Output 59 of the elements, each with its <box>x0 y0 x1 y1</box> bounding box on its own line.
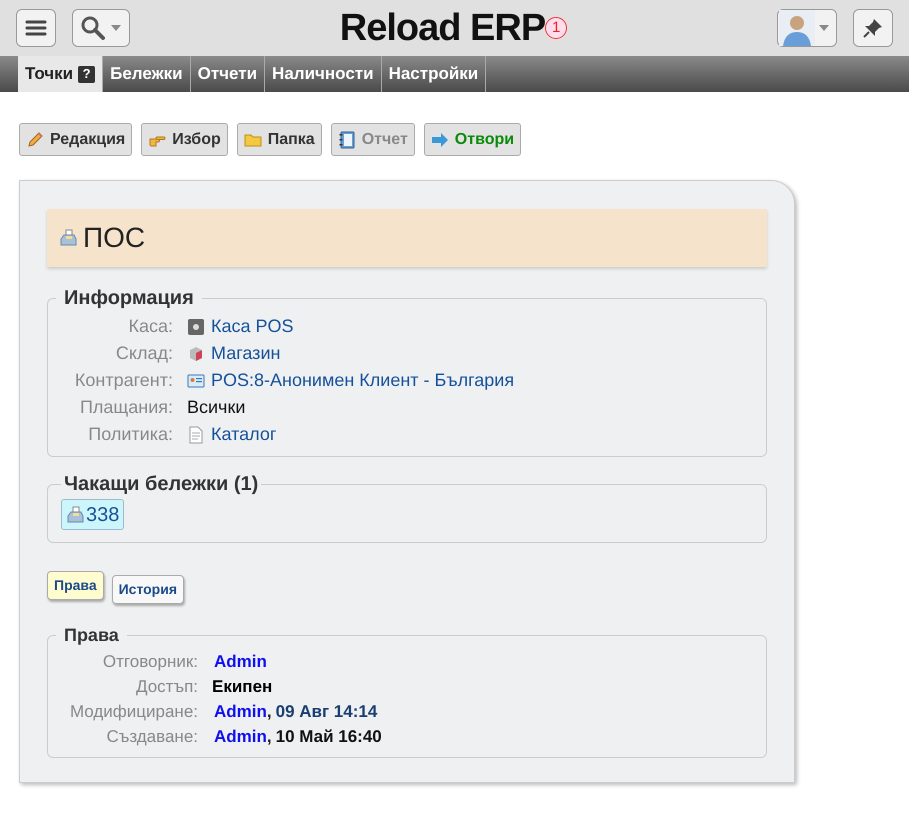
field-label: Политика: <box>87 423 173 446</box>
card-icon <box>187 372 205 390</box>
menu-button[interactable] <box>16 9 56 47</box>
date-text: 10 Май 16:40 <box>276 726 382 748</box>
field-link[interactable]: Каса POS <box>211 313 294 340</box>
avatar-icon <box>779 10 815 46</box>
field-value: Всички <box>187 396 246 419</box>
pin-icon <box>862 17 884 39</box>
user-link[interactable]: Admin <box>214 724 267 749</box>
cash-register-icon <box>66 506 84 524</box>
field-link[interactable]: POS:8-Анонимен Клиент - България <box>211 367 514 394</box>
caret-icon <box>110 24 122 32</box>
nav-tab[interactable]: Бележки <box>103 56 191 92</box>
field-label: Отговорник: <box>102 651 198 673</box>
separator: , <box>266 701 272 723</box>
nav-tab[interactable]: Отчети <box>190 56 266 92</box>
pencil-icon <box>26 130 44 148</box>
menu-icon <box>25 19 47 37</box>
toolbar-button[interactable]: Отвори <box>424 123 522 156</box>
cash-register-icon <box>59 229 77 247</box>
toolbar-button[interactable]: Папка <box>236 123 322 156</box>
separator: , <box>266 726 272 748</box>
nav-tab[interactable]: Точки ? <box>18 56 104 92</box>
profile-button[interactable] <box>777 9 837 47</box>
field-label: Модифициране: <box>68 701 198 723</box>
section-title: Чакащи бележки (1) <box>63 472 260 497</box>
date-text: 09 Авг 14:14 <box>276 701 378 723</box>
safe-icon <box>187 318 205 336</box>
user-link[interactable]: Admin <box>214 649 267 674</box>
field-link[interactable]: Каталог <box>211 421 276 448</box>
section-tab[interactable]: Права <box>47 571 104 600</box>
toolbar-button[interactable]: Избор <box>141 123 228 156</box>
notebook-icon <box>338 130 356 148</box>
field-label: Склад: <box>114 342 173 365</box>
field-label: Създаване: <box>105 726 198 748</box>
record-title: ПОС <box>83 221 146 255</box>
search-icon <box>80 15 106 41</box>
search-button[interactable] <box>72 9 130 47</box>
field-label: Каса: <box>127 315 173 338</box>
section-tab[interactable]: История <box>112 575 184 604</box>
field-value: Екипен <box>212 676 272 698</box>
caret-icon <box>818 24 830 32</box>
help-icon[interactable]: ? <box>78 66 96 82</box>
section-title: Права <box>63 624 120 647</box>
box-icon <box>187 344 205 362</box>
nav-tab[interactable]: Наличности <box>265 56 382 92</box>
pin-button[interactable] <box>853 9 893 47</box>
field-label: Достъп: <box>135 676 198 698</box>
section-title: Информация <box>63 286 195 311</box>
toolbar-button[interactable]: Редакция <box>19 123 132 156</box>
receipt-chip[interactable]: 338 <box>61 499 124 530</box>
user-link[interactable]: Admin <box>214 699 267 724</box>
doc-icon <box>187 426 205 444</box>
app-title: Reload ERP <box>340 9 546 47</box>
nav-tab[interactable]: Настройки <box>382 56 486 92</box>
field-label: Плащания: <box>78 396 173 419</box>
field-link[interactable]: Магазин <box>211 340 280 367</box>
arrow-icon <box>430 130 449 148</box>
field-label: Контрагент: <box>74 369 173 392</box>
